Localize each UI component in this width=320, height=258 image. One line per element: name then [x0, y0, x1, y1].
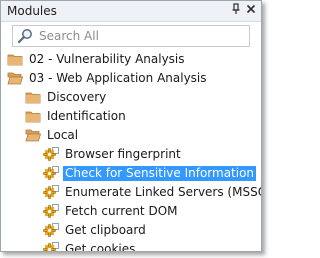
panel-title: Modules — [7, 4, 57, 18]
tree-module-row[interactable]: Fetch current DOM — [1, 203, 261, 220]
tree-item-label: Identification — [47, 109, 126, 123]
tree-item-label: Get clipboard — [65, 223, 146, 237]
tree-folder-row[interactable]: Identification — [1, 108, 261, 125]
tree-item-label: Get cookies — [65, 242, 136, 252]
tree-item-label: Check for Sensitive Information — [63, 166, 257, 181]
folder-open-icon — [25, 128, 42, 142]
close-icon[interactable] — [244, 3, 258, 17]
folder-icon — [7, 52, 23, 66]
tree-folder-row[interactable]: 02 - Vulnerability Analysis — [1, 51, 261, 68]
folder-open-icon — [7, 71, 24, 85]
search-input[interactable] — [39, 27, 239, 44]
modules-panel: Modules 02 - Vulnerabi — [0, 0, 262, 252]
tree-item-label: Enumerate Linked Servers (MSSQL) — [65, 185, 262, 199]
module-gear-icon — [43, 185, 59, 199]
tree-module-row[interactable]: Check for Sensitive Information — [1, 165, 261, 182]
search-box[interactable] — [12, 25, 250, 47]
tree-module-row[interactable]: Get cookies — [1, 241, 261, 252]
tree-item-label: 02 - Vulnerability Analysis — [29, 52, 185, 66]
search-icon — [17, 28, 33, 44]
folder-icon — [25, 90, 41, 104]
tree-folder-row[interactable]: 03 - Web Application Analysis — [1, 70, 261, 87]
tree-module-row[interactable]: Browser fingerprint — [1, 146, 261, 163]
tree-item-label: Fetch current DOM — [65, 204, 178, 218]
tree-item-label: 03 - Web Application Analysis — [29, 71, 207, 85]
tree-module-row[interactable]: Enumerate Linked Servers (MSSQL) — [1, 184, 261, 201]
tree-folder-row[interactable]: Local — [1, 127, 261, 144]
module-gear-icon — [43, 242, 59, 251]
panel-title-bar: Modules — [1, 1, 261, 22]
module-gear-icon — [43, 204, 59, 218]
tree-item-label: Discovery — [47, 90, 107, 104]
module-gear-icon — [43, 223, 59, 237]
tree-module-row[interactable]: Get clipboard — [1, 222, 261, 239]
folder-icon — [25, 109, 41, 123]
pin-icon[interactable] — [229, 3, 243, 17]
tree-item-label: Browser fingerprint — [65, 147, 181, 161]
module-gear-icon — [43, 147, 59, 161]
module-tree[interactable]: 02 - Vulnerability Analysis 03 - Web App… — [1, 51, 261, 251]
module-gear-icon — [43, 166, 59, 180]
tree-folder-row[interactable]: Discovery — [1, 89, 261, 106]
tree-item-label: Local — [47, 128, 79, 142]
